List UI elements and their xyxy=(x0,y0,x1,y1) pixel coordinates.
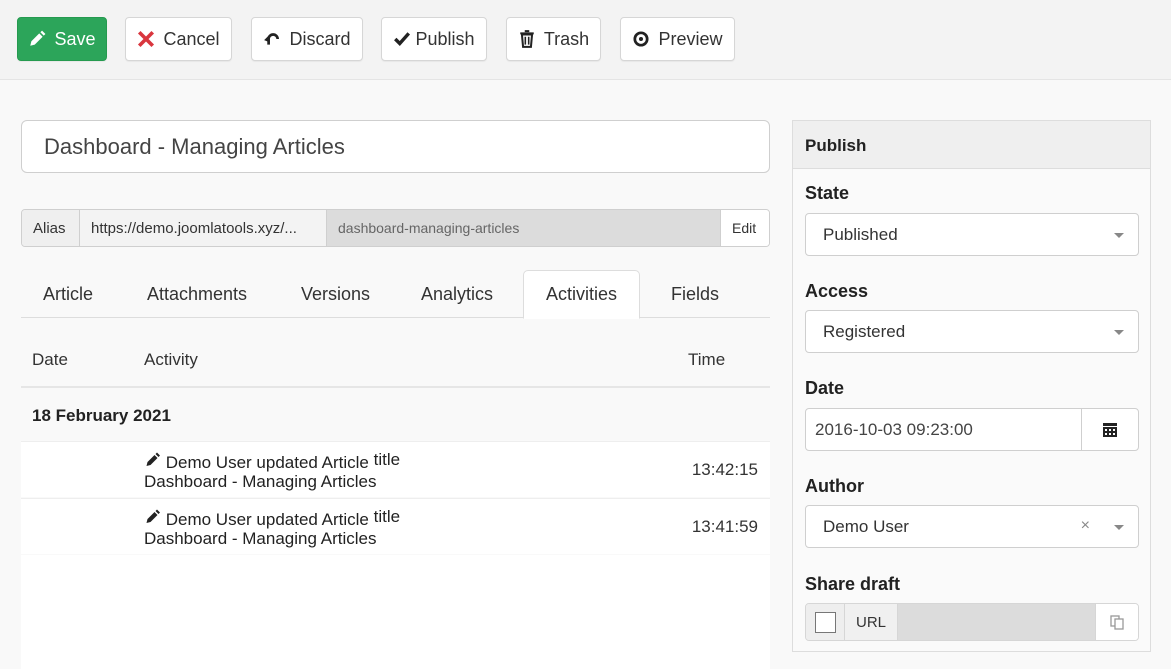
column-header-activity[interactable]: Activity xyxy=(144,350,198,370)
table-body-space xyxy=(21,555,770,669)
copy-button[interactable] xyxy=(1095,604,1138,640)
undo-icon xyxy=(264,33,280,45)
save-button[interactable]: Save xyxy=(17,17,107,61)
panel-title: Publish xyxy=(793,121,1150,169)
activity-suffix: title xyxy=(373,507,401,526)
alias-label: Alias xyxy=(22,210,80,246)
clear-icon[interactable]: × xyxy=(1081,517,1090,535)
state-select[interactable]: Published xyxy=(805,213,1139,256)
pencil-icon xyxy=(30,30,46,46)
copy-icon xyxy=(1110,615,1124,630)
date-input[interactable]: 2016-10-03 09:23:00 xyxy=(805,408,1139,451)
chevron-down-icon xyxy=(1114,330,1124,335)
table-header-divider xyxy=(21,386,770,388)
chevron-down-icon xyxy=(1114,525,1124,530)
close-icon xyxy=(138,30,155,48)
activity-object-link[interactable]: Dashboard - Managing Articles xyxy=(144,529,376,548)
check-icon xyxy=(394,32,411,46)
trash-label: Trash xyxy=(543,28,590,49)
eye-icon xyxy=(633,31,650,47)
author-value: Demo User xyxy=(823,516,909,536)
column-header-time[interactable]: Time xyxy=(688,350,725,370)
alias-input[interactable]: dashboard-managing-articles xyxy=(327,210,721,246)
tab-fields[interactable]: Fields xyxy=(649,270,741,318)
tab-activities[interactable]: Activities xyxy=(523,270,641,319)
publish-panel: Publish State Published Access Registere… xyxy=(792,120,1151,652)
share-draft-checkbox[interactable] xyxy=(814,611,836,633)
tab-versions[interactable]: Versions xyxy=(279,270,392,318)
preview-button[interactable]: Preview xyxy=(620,17,735,61)
tab-analytics[interactable]: Analytics xyxy=(399,270,515,318)
alias-edit-button[interactable]: Edit xyxy=(721,210,769,246)
access-value: Registered xyxy=(823,321,906,341)
table-row: Demo User updated Article title Dashboar… xyxy=(21,441,770,497)
tab-bar: Article Attachments Versions Analytics A… xyxy=(21,270,770,319)
state-label: State xyxy=(805,183,850,203)
activity-text: Demo User updated Article xyxy=(165,510,369,529)
toolbar: Save Cancel Discard Publish Trash Previe… xyxy=(0,0,1171,80)
share-draft-field: URL xyxy=(805,603,1139,641)
url-label: URL xyxy=(845,604,898,640)
tab-attachments[interactable]: Attachments xyxy=(125,270,269,318)
trash-icon xyxy=(520,30,534,48)
state-value: Published xyxy=(823,224,898,244)
cancel-button[interactable]: Cancel xyxy=(125,17,232,61)
share-draft-label: Share draft xyxy=(805,574,901,594)
chevron-down-icon xyxy=(1114,233,1124,238)
tab-article[interactable]: Article xyxy=(21,270,115,318)
publish-button[interactable]: Publish xyxy=(381,17,487,61)
share-draft-checkbox-wrap xyxy=(806,604,845,640)
discard-button[interactable]: Discard xyxy=(251,17,363,61)
pencil-icon xyxy=(146,452,160,466)
calendar-icon xyxy=(1103,422,1117,437)
alias-base-url: https://demo.joomlatools.xyz/... xyxy=(80,210,327,246)
activity-object-link[interactable]: Dashboard - Managing Articles xyxy=(144,472,376,491)
trash-button[interactable]: Trash xyxy=(506,17,601,61)
access-label: Access xyxy=(805,281,869,301)
calendar-button[interactable] xyxy=(1081,409,1138,450)
publish-label: Publish xyxy=(415,28,475,49)
date-group-heading: 18 February 2021 xyxy=(32,406,171,425)
date-label: Date xyxy=(805,378,845,398)
share-url-input[interactable] xyxy=(898,604,1095,640)
discard-label: Discard xyxy=(289,28,351,49)
activity-suffix: title xyxy=(373,450,401,469)
activity-time: 13:42:15 xyxy=(691,460,758,479)
author-label: Author xyxy=(805,476,864,496)
access-select[interactable]: Registered xyxy=(805,310,1139,353)
date-value: 2016-10-03 09:23:00 xyxy=(815,419,973,439)
alias-field: Alias https://demo.joomlatools.xyz/... d… xyxy=(21,209,770,247)
column-header-date[interactable]: Date xyxy=(32,350,68,370)
table-row: Demo User updated Article title Dashboar… xyxy=(21,498,770,554)
author-select[interactable]: Demo User × xyxy=(805,505,1139,548)
pencil-icon xyxy=(146,509,160,523)
title-input[interactable]: Dashboard - Managing Articles xyxy=(21,120,770,173)
activity-text: Demo User updated Article xyxy=(165,453,369,472)
save-label: Save xyxy=(54,28,96,49)
cancel-label: Cancel xyxy=(163,28,220,49)
preview-label: Preview xyxy=(658,28,723,49)
activity-time: 13:41:59 xyxy=(691,517,758,536)
